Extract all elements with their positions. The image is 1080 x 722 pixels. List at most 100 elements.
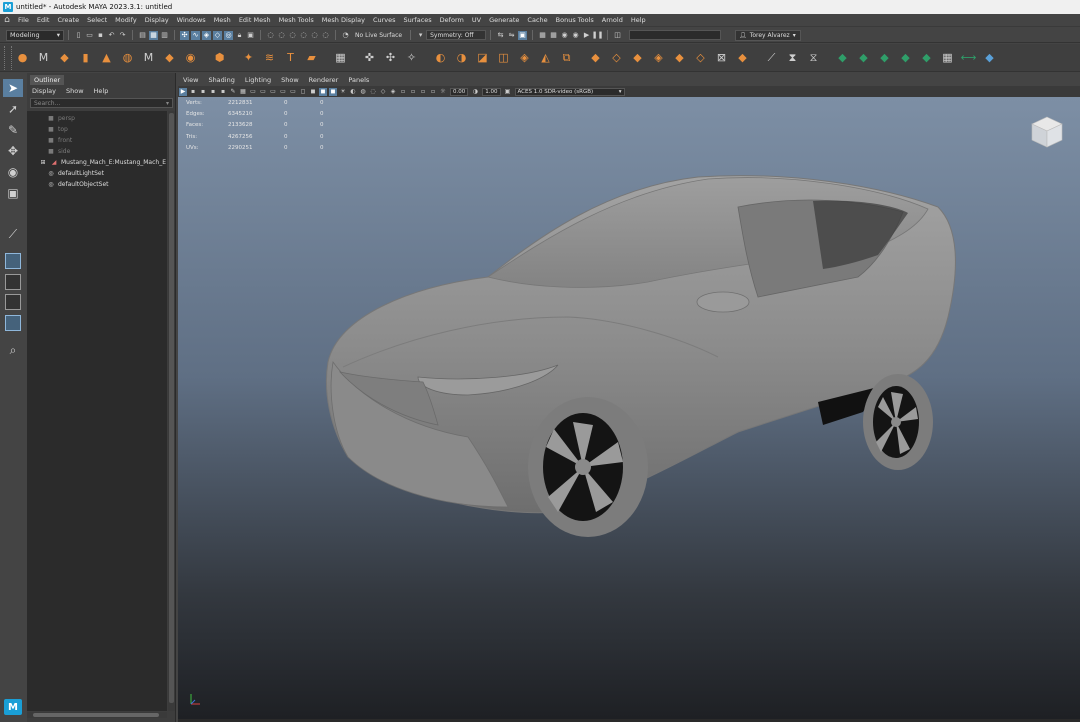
- outliner-search-input[interactable]: Search... ▾: [30, 98, 173, 108]
- poly-cube-icon[interactable]: ◆: [57, 50, 73, 66]
- render-current-icon[interactable]: ▦: [549, 31, 558, 40]
- resolution-gate-icon[interactable]: ▭: [259, 88, 267, 96]
- soft-select-icon[interactable]: ⇆: [496, 31, 505, 40]
- outliner-menu-display[interactable]: Display: [27, 87, 61, 95]
- textured-icon[interactable]: ◼: [329, 87, 337, 96]
- uv-unfold-icon[interactable]: ◆: [856, 50, 872, 66]
- exposure-icon[interactable]: ☼: [439, 88, 447, 96]
- rotate-tool-icon[interactable]: ◉: [3, 163, 23, 181]
- viewport-menu-view[interactable]: View: [178, 76, 203, 84]
- menu-edit-mesh[interactable]: Edit Mesh: [235, 16, 275, 24]
- 2d-pan-zoom-icon[interactable]: ▪: [219, 88, 227, 96]
- select-object-icon[interactable]: ▦: [149, 30, 158, 40]
- anti-aliasing-icon[interactable]: ◇: [379, 88, 387, 96]
- save-scene-icon[interactable]: ▪: [96, 31, 105, 40]
- uv-auto-icon[interactable]: ◆: [982, 50, 998, 66]
- smooth-shade-icon[interactable]: ◼: [309, 88, 317, 96]
- mash-network-icon[interactable]: M: [141, 50, 157, 66]
- poly-cylinder-icon[interactable]: ▮: [78, 50, 94, 66]
- uv-planar-icon[interactable]: ⟷: [961, 50, 977, 66]
- symmetry-dropdown[interactable]: Symmetry: Off: [426, 30, 487, 40]
- outliner-menu-show[interactable]: Show: [61, 87, 89, 95]
- outliner-horizontal-scrollbar[interactable]: [27, 712, 167, 718]
- poly-cone-icon[interactable]: ▲: [99, 50, 115, 66]
- show-manipulator-icon[interactable]: ⟋: [3, 225, 23, 243]
- uv-cut-icon[interactable]: ◆: [898, 50, 914, 66]
- uv-editor-icon[interactable]: ◆: [835, 50, 851, 66]
- image-plane-icon[interactable]: ▪: [209, 88, 217, 96]
- render-ipr-icon[interactable]: ◉: [571, 31, 580, 40]
- select-component-icon[interactable]: ▥: [160, 31, 169, 40]
- snap-grid-icon[interactable]: ✣: [180, 30, 189, 40]
- chevron-down-icon[interactable]: ▾: [416, 31, 425, 40]
- use-all-lights-icon[interactable]: ☀: [339, 88, 347, 96]
- paint-select-tool-icon[interactable]: ✎: [3, 121, 23, 139]
- uv-sew-icon[interactable]: ◆: [919, 50, 935, 66]
- menu-generate[interactable]: Generate: [485, 16, 523, 24]
- gamma-field[interactable]: 1.00: [482, 87, 501, 96]
- snap-together-icon[interactable]: ▣: [246, 31, 255, 40]
- play-icon[interactable]: ▶: [582, 31, 591, 40]
- depth-of-field-icon[interactable]: ◈: [389, 88, 397, 96]
- magnet-icon[interactable]: ◔: [341, 31, 350, 40]
- viewport-menu-shading[interactable]: Shading: [203, 76, 239, 84]
- snap-view-plane-icon[interactable]: ◇: [213, 30, 222, 40]
- list-item[interactable]: ■ side: [27, 146, 167, 157]
- camera-attributes-icon[interactable]: ▪: [189, 88, 197, 96]
- backface-culling-icon[interactable]: ▫: [429, 88, 437, 96]
- poly-helix-icon[interactable]: ≋: [262, 50, 278, 66]
- menuset-dropdown[interactable]: Modeling ▾: [6, 29, 64, 41]
- separate-icon[interactable]: ◑: [454, 50, 470, 66]
- viewport-menu-show[interactable]: Show: [276, 76, 304, 84]
- xray-joints-icon[interactable]: ▫: [419, 88, 427, 96]
- poly-sphere-icon[interactable]: ●: [15, 50, 31, 66]
- menu-modify[interactable]: Modify: [111, 16, 141, 24]
- menu-display[interactable]: Display: [141, 16, 173, 24]
- colorspace-dropdown[interactable]: ACES 1.0 SDR-video (sRGB) ▾: [514, 87, 625, 96]
- expand-icon[interactable]: ⊞: [39, 159, 47, 166]
- viewport-menu-renderer[interactable]: Renderer: [304, 76, 344, 84]
- pause-icon[interactable]: ❚❚: [592, 31, 604, 40]
- viewcube-icon[interactable]: [1028, 113, 1066, 151]
- render-sequence-icon[interactable]: ◉: [560, 31, 569, 40]
- transform-icon[interactable]: ✜: [362, 50, 378, 66]
- redo-icon[interactable]: ↷: [118, 31, 127, 40]
- xray-toggle-icon[interactable]: ▣: [518, 30, 528, 40]
- outliner-tab[interactable]: Outliner: [30, 75, 65, 85]
- menu-mesh[interactable]: Mesh: [210, 16, 235, 24]
- wireframe-icon[interactable]: ◻: [299, 88, 307, 96]
- move-tool-icon[interactable]: ✥: [3, 142, 23, 160]
- menu-arnold[interactable]: Arnold: [598, 16, 627, 24]
- mustang-mach-e-model[interactable]: [318, 167, 968, 537]
- bevel-icon[interactable]: ◆: [630, 50, 646, 66]
- mirror-icon[interactable]: ⧉: [559, 50, 575, 66]
- fill-hole-icon[interactable]: ◆: [735, 50, 751, 66]
- quad-draw-icon[interactable]: ◇: [693, 50, 709, 66]
- ambient-occlusion-icon[interactable]: ◍: [359, 88, 367, 96]
- poly-platonic-icon[interactable]: ⬢: [212, 50, 228, 66]
- mash-icon[interactable]: M: [36, 50, 52, 66]
- outliner-layout-icon[interactable]: [5, 315, 21, 331]
- ipr-render-icon[interactable]: ◌: [288, 31, 297, 40]
- list-item[interactable]: ◎ defaultLightSet: [27, 168, 167, 179]
- sidebar-toggle-icon[interactable]: ◫: [613, 31, 622, 40]
- sweep-mesh-icon[interactable]: ✦: [241, 50, 257, 66]
- film-gate-icon[interactable]: ▭: [249, 88, 257, 96]
- poly-type-icon[interactable]: T: [283, 50, 299, 66]
- edit-edge-flow-icon[interactable]: ⟋: [764, 50, 780, 66]
- isolate-select-icon[interactable]: ▫: [399, 88, 407, 96]
- menu-mesh-display[interactable]: Mesh Display: [318, 16, 369, 24]
- command-input-field[interactable]: [629, 30, 722, 40]
- arnold-render-icon[interactable]: ◌: [321, 31, 330, 40]
- snap-curve-icon[interactable]: ∿: [191, 30, 200, 40]
- safe-action-icon[interactable]: ▭: [289, 88, 297, 96]
- motion-blur-icon[interactable]: ◌: [369, 88, 377, 96]
- bridge-icon[interactable]: ◇: [609, 50, 625, 66]
- snap-icon[interactable]: ✧: [404, 50, 420, 66]
- combine-icon[interactable]: ◐: [433, 50, 449, 66]
- list-item[interactable]: ◎ defaultObjectSet: [27, 179, 167, 190]
- uv-layout-icon[interactable]: ◆: [877, 50, 893, 66]
- select-hierarchy-icon[interactable]: ▤: [138, 31, 147, 40]
- menu-select[interactable]: Select: [83, 16, 111, 24]
- outliner-menu-help[interactable]: Help: [89, 87, 114, 95]
